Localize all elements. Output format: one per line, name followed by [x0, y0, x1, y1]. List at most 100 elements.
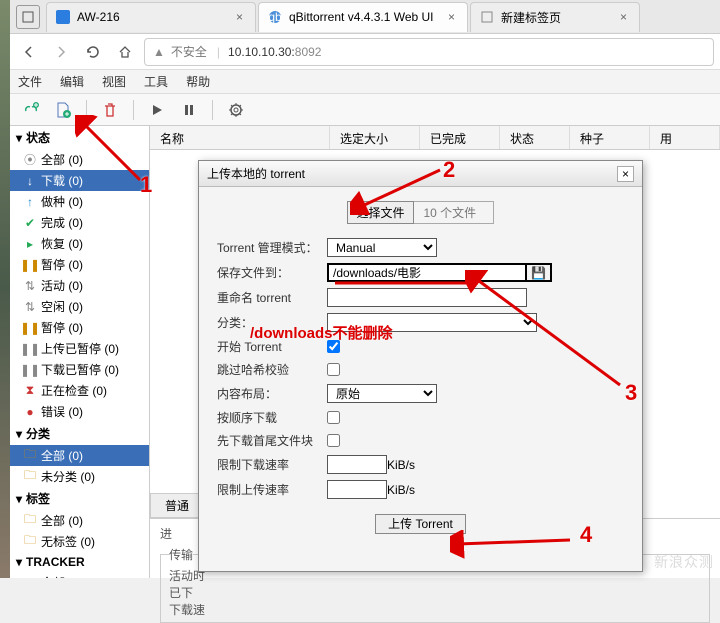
sidebar-cat-uncategorized[interactable]: 🗀未分类 (0): [10, 466, 149, 487]
col-done[interactable]: 已完成: [420, 126, 500, 149]
updown-icon: ⇅: [24, 280, 36, 292]
transfer-legend: 传输: [169, 546, 193, 563]
ul-limit-input[interactable]: [327, 480, 387, 499]
home-button[interactable]: [112, 39, 138, 65]
upload-torrent-button[interactable]: 上传 Torrent: [375, 514, 466, 534]
browser-tab-active[interactable]: qb qBittorrent v4.4.3.1 Web UI ×: [258, 2, 468, 32]
layout-select[interactable]: 原始: [327, 384, 437, 403]
menu-tools[interactable]: 工具: [144, 73, 168, 90]
pause-icon: ❚❚: [24, 259, 36, 271]
upload-torrent-dialog: 上传本地的 torrent × 选择文件10 个文件 Torrent 管理模式：…: [198, 160, 643, 572]
app-menu-bar: 文件 编辑 视图 工具 帮助: [10, 70, 720, 94]
tab-favicon-icon: [55, 9, 71, 25]
sidebar-item-upload-paused[interactable]: ❚❚上传已暂停 (0): [10, 338, 149, 359]
refresh-button[interactable]: [80, 39, 106, 65]
sidebar-status-header[interactable]: ▾状态: [10, 126, 149, 149]
sidebar-tracker-header[interactable]: ▾TRACKER: [10, 552, 149, 572]
dialog-title: 上传本地的 torrent: [207, 165, 305, 182]
down-arrow-icon: ↓: [24, 175, 36, 187]
dl-speed-label: 下载速: [169, 603, 205, 617]
sidebar: ▾状态 ⦿全部 (0) ↓下载 (0) ↑做种 (0) ✔完成 (0) ▸恢复 …: [10, 126, 150, 578]
filter-icon: ⦿: [24, 154, 36, 166]
play-icon: [150, 103, 164, 117]
browser-tab[interactable]: AW-216 ×: [46, 2, 256, 32]
sidebar-item-errored[interactable]: ●错误 (0): [10, 401, 149, 422]
watermark: 新浪众测: [654, 552, 714, 572]
sidebar-tag-none[interactable]: 🗀无标签 (0): [10, 531, 149, 552]
col-seeds[interactable]: 种子: [570, 126, 650, 149]
chevron-down-icon: ▾: [16, 427, 22, 441]
table-header: 名称 选定大小 已完成 状态 种子 用: [150, 126, 720, 150]
first-last-checkbox[interactable]: [327, 434, 340, 447]
mode-label: Torrent 管理模式：: [217, 239, 327, 256]
sidebar-item-all[interactable]: ⦿全部 (0): [10, 149, 149, 170]
menu-view[interactable]: 视图: [102, 73, 126, 90]
pause-icon: [182, 103, 196, 117]
dialog-close-button[interactable]: ×: [617, 166, 634, 182]
folder-icon: 🗀: [24, 515, 36, 527]
separator: [86, 100, 87, 120]
link-plus-icon: [22, 101, 40, 119]
sidebar-item-stalled[interactable]: ❚❚暂停 (0): [10, 317, 149, 338]
browser-tab[interactable]: 新建标签页 ×: [470, 2, 640, 32]
sidebar-item-checking[interactable]: ⧗正在检查 (0): [10, 380, 149, 401]
close-icon[interactable]: ×: [444, 10, 459, 24]
dialog-body: 选择文件10 个文件 Torrent 管理模式：Manual 保存文件到：💾 重…: [199, 187, 642, 546]
save-path-label: 保存文件到：: [217, 264, 327, 281]
separator: [133, 100, 134, 120]
back-button[interactable]: [16, 39, 42, 65]
close-icon[interactable]: ×: [232, 10, 247, 24]
sequential-checkbox[interactable]: [327, 411, 340, 424]
save-icon[interactable]: 💾: [527, 263, 552, 282]
add-link-button[interactable]: [18, 97, 44, 123]
add-torrent-button[interactable]: [50, 97, 76, 123]
tab-general[interactable]: 普通: [150, 493, 204, 518]
dl-limit-unit: KiB/s: [387, 458, 415, 472]
sidebar-item-paused[interactable]: ❚❚暂停 (0): [10, 254, 149, 275]
sidebar-tags-header[interactable]: ▾标签: [10, 487, 149, 510]
dialog-titlebar[interactable]: 上传本地的 torrent ×: [199, 161, 642, 187]
sidebar-item-resumed[interactable]: ▸恢复 (0): [10, 233, 149, 254]
warning-icon: ▲: [153, 45, 165, 59]
browser-tab-strip: AW-216 × qb qBittorrent v4.4.3.1 Web UI …: [10, 0, 720, 34]
sidebar-item-download-paused[interactable]: ❚❚下载已暂停 (0): [10, 359, 149, 380]
mode-select[interactable]: Manual: [327, 238, 437, 257]
url-input[interactable]: ▲ 不安全 | 10.10.10.30:8092: [144, 38, 714, 66]
skip-hash-label: 跳过哈希校验: [217, 361, 327, 378]
sidebar-item-completed[interactable]: ✔完成 (0): [10, 212, 149, 233]
sidebar-category-header[interactable]: ▾分类: [10, 422, 149, 445]
col-size[interactable]: 选定大小: [330, 126, 420, 149]
menu-file[interactable]: 文件: [18, 73, 42, 90]
sidebar-item-active[interactable]: ⇅活动 (0): [10, 275, 149, 296]
up-arrow-icon: ↑: [24, 196, 36, 208]
check-icon: ✔: [24, 217, 36, 229]
sidebar-item-inactive[interactable]: ⇅空闲 (0): [10, 296, 149, 317]
forward-button[interactable]: [48, 39, 74, 65]
col-name[interactable]: 名称: [150, 126, 330, 149]
col-status[interactable]: 状态: [500, 126, 570, 149]
app-toolbar: [10, 94, 720, 126]
arrow-right-icon: [53, 44, 69, 60]
pause-icon: ❚❚: [24, 364, 36, 376]
sidebar-tag-all[interactable]: 🗀全部 (0): [10, 510, 149, 531]
sidebar-cat-all[interactable]: 🗀全部 (0): [10, 445, 149, 466]
folder-icon: 🗀: [24, 471, 36, 483]
skip-hash-checkbox[interactable]: [327, 363, 340, 376]
sidebar-item-downloading[interactable]: ↓下载 (0): [10, 170, 149, 191]
menu-help[interactable]: 帮助: [186, 73, 210, 90]
dl-limit-input[interactable]: [327, 455, 387, 474]
pause-button[interactable]: [176, 97, 202, 123]
close-icon[interactable]: ×: [616, 10, 631, 24]
sidebar-tracker-all[interactable]: ◉全部 (0): [10, 572, 149, 578]
settings-button[interactable]: [223, 97, 249, 123]
save-path-input[interactable]: [327, 263, 527, 282]
gear-icon: [228, 102, 244, 118]
rename-input[interactable]: [327, 288, 527, 307]
start-button[interactable]: [144, 97, 170, 123]
col-user[interactable]: 用: [650, 126, 720, 149]
delete-button[interactable]: [97, 97, 123, 123]
choose-file-button[interactable]: 选择文件: [347, 201, 413, 224]
menu-edit[interactable]: 编辑: [60, 73, 84, 90]
sidebar-item-seeding[interactable]: ↑做种 (0): [10, 191, 149, 212]
window-menu-button[interactable]: [16, 5, 40, 29]
